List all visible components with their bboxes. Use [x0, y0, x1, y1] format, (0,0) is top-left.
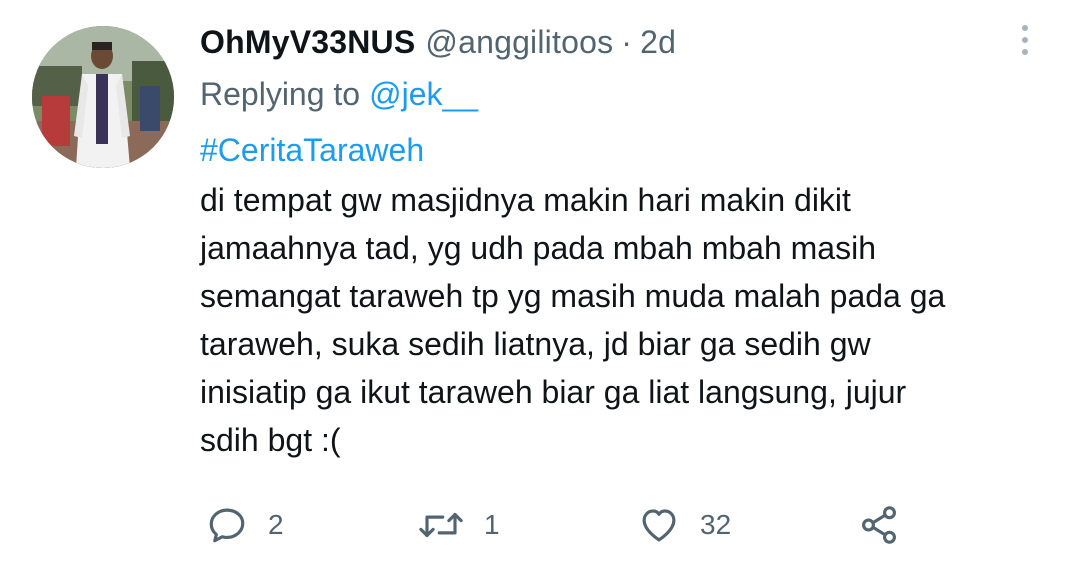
tweet-text-line: semangat taraweh tp yg masih muda malah …: [200, 278, 946, 314]
reply-count: 2: [268, 509, 284, 540]
like-button[interactable]: 32: [638, 500, 731, 550]
heart-icon: [642, 509, 676, 542]
tweet-header: OhMyV33NUS @anggilitoos · 2d: [200, 20, 676, 64]
replying-to: Replying to @jek__: [200, 72, 478, 116]
more-dot: [1022, 25, 1028, 31]
timestamp[interactable]: 2d: [640, 24, 676, 61]
tweet-text-line: di tempat gw masjidnya makin hari makin …: [200, 182, 851, 218]
retweet-button[interactable]: 1: [418, 500, 500, 550]
retweet-count: 1: [484, 509, 500, 540]
avatar-photo: [32, 26, 174, 168]
tweet: OhMyV33NUS @anggilitoos · 2d Replying to…: [0, 0, 1080, 575]
separator-dot: ·: [621, 23, 633, 60]
reply-icon: [209, 508, 245, 543]
avatar[interactable]: [32, 26, 174, 168]
tweet-text-line: inisiatip ga ikut taraweh biar ga liat l…: [200, 374, 907, 410]
user-handle[interactable]: @anggilitoos: [425, 24, 613, 61]
tweet-text-line: jamaahnya tad, yg udh pada mbah mbah mas…: [200, 230, 876, 266]
retweet-icon: [419, 512, 463, 538]
more-dot: [1022, 37, 1028, 43]
replying-to-mention[interactable]: @jek__: [369, 76, 478, 113]
tweet-text: di tempat gw masjidnya makin hari makin …: [200, 176, 1060, 464]
hashtag-link[interactable]: #CeritaTaraweh: [200, 128, 424, 172]
share-button[interactable]: [858, 500, 900, 550]
share-icon: [862, 506, 896, 544]
more-options-icon[interactable]: [1005, 16, 1045, 64]
tweet-text-line: taraweh, suka sedih liatnya, jd biar ga …: [200, 326, 871, 362]
display-name[interactable]: OhMyV33NUS: [200, 24, 415, 61]
like-count: 32: [700, 509, 732, 540]
tweet-text-line: sdih bgt :(: [200, 422, 341, 458]
more-dot: [1022, 49, 1028, 55]
tweet-actions: 2 1 32: [200, 500, 920, 550]
reply-button[interactable]: 2: [206, 500, 284, 550]
replying-to-label: Replying to: [200, 75, 361, 112]
